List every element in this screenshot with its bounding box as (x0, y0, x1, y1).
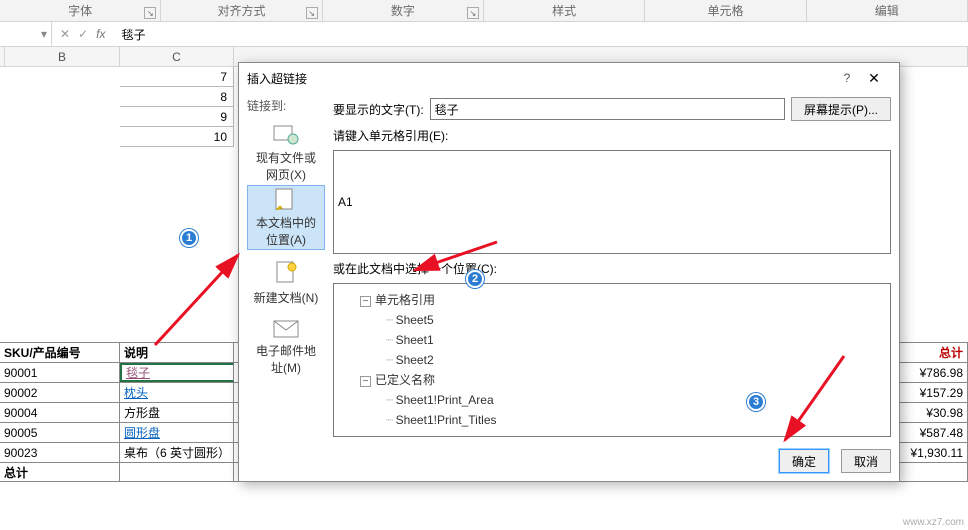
table-header-total: 总计 (890, 343, 968, 362)
fx-icon[interactable]: fx (96, 27, 105, 41)
display-text-input[interactable] (430, 98, 785, 120)
totals-label: 总计 (0, 463, 120, 481)
place-tree[interactable]: −单元格引用 ┈ Sheet5 ┈ Sheet1 ┈ Sheet2 −已定义名称… (333, 283, 891, 437)
tree-item-printarea[interactable]: Sheet1!Print_Area (396, 393, 494, 407)
existing-file-icon (270, 123, 302, 145)
cell[interactable]: 90004 (0, 403, 120, 422)
cell[interactable]: 8 (120, 87, 234, 107)
cell[interactable]: 90001 (0, 363, 120, 382)
ribbon-group-number: 数字↘ (323, 0, 484, 21)
new-document-icon (270, 259, 302, 285)
display-text-label: 要显示的文字(T): (333, 101, 424, 118)
active-cell[interactable]: 毯子 (120, 363, 234, 382)
cancel-button[interactable]: 取消 (841, 449, 891, 473)
cell[interactable]: 方形盘 (120, 403, 234, 422)
linkto-this-document[interactable]: 本文档中的位置(A) (247, 185, 325, 250)
column-header-b[interactable]: B (5, 47, 120, 66)
cell[interactable]: ¥1,930.11 (890, 443, 968, 462)
cancel-icon[interactable]: ✕ (60, 27, 70, 41)
cellref-label: 请键入单元格引用(E): (333, 127, 891, 144)
place-label: 或在此文档中选择一个位置(C): (333, 260, 891, 277)
dialog-launcher-icon[interactable]: ↘ (467, 7, 479, 19)
linkto-label: 链接到: (247, 97, 325, 114)
this-document-icon (270, 188, 302, 210)
tree-collapse-icon[interactable]: − (360, 376, 371, 387)
tree-item-sheet1[interactable]: Sheet1 (396, 333, 434, 347)
tree-item-sheet2[interactable]: Sheet2 (396, 353, 434, 367)
tree-collapse-icon[interactable]: − (360, 296, 371, 307)
annotation-badge-3: 3 (747, 393, 765, 411)
ribbon-group-font: 字体↘ (0, 0, 161, 21)
cell[interactable]: ¥157.29 (890, 383, 968, 402)
ribbon-group-alignment: 对齐方式↘ (161, 0, 322, 21)
dialog-launcher-icon[interactable]: ↘ (144, 7, 156, 19)
ok-button[interactable]: 确定 (779, 449, 829, 473)
linkto-new-document[interactable]: 新建文档(N) (247, 250, 325, 315)
table-header-sku: SKU/产品编号 (0, 343, 120, 362)
ribbon-group-styles: 样式 (484, 0, 645, 21)
email-icon (270, 320, 302, 338)
formula-input[interactable]: 毯子 (113, 26, 968, 43)
name-box-dropdown-icon[interactable]: ▾ (37, 22, 51, 46)
dialog-launcher-icon[interactable]: ↘ (306, 7, 318, 19)
cell[interactable]: 10 (120, 127, 234, 147)
tree-item-printtitles[interactable]: Sheet1!Print_Titles (396, 413, 497, 427)
formula-bar: ▾ ✕ ✓ fx 毯子 (0, 22, 968, 47)
table-header-desc: 说明 (120, 343, 234, 362)
cell[interactable]: 90005 (0, 423, 120, 442)
cell[interactable]: ¥587.48 (890, 423, 968, 442)
cell[interactable]: ¥786.98 (890, 363, 968, 382)
close-icon[interactable]: ✕ (857, 70, 891, 87)
cell[interactable]: 90002 (0, 383, 120, 402)
cell[interactable]: 90023 (0, 443, 120, 462)
screentip-button[interactable]: 屏幕提示(P)... (791, 97, 891, 121)
cell[interactable]: 9 (120, 107, 234, 127)
cell[interactable]: 7 (120, 67, 234, 87)
watermark: www.xz7.com (903, 517, 964, 528)
ribbon-group-cells: 单元格 (645, 0, 806, 21)
ribbon-group-editing: 编辑 (807, 0, 968, 21)
annotation-badge-2: 2 (466, 270, 484, 288)
insert-hyperlink-dialog: 插入超链接 ? ✕ 链接到: 现有文件或网页(X) 本文档中的位置(A) 新建文… (238, 62, 900, 482)
cell[interactable]: 枕头 (120, 383, 234, 402)
cell[interactable]: 桌布（6 英寸圆形） (120, 443, 234, 462)
confirm-icon[interactable]: ✓ (78, 27, 88, 41)
annotation-badge-1: 1 (180, 229, 198, 247)
dialog-title: 插入超链接 (247, 70, 837, 87)
help-icon[interactable]: ? (837, 71, 857, 85)
tree-item-sheet5[interactable]: Sheet5 (396, 313, 434, 327)
column-header-c[interactable]: C (120, 47, 234, 66)
cellref-input[interactable] (333, 150, 891, 254)
cell[interactable]: ¥30.98 (890, 403, 968, 422)
cell[interactable]: 圆形盘 (120, 423, 234, 442)
ribbon: 字体↘ 对齐方式↘ 数字↘ 样式 单元格 编辑 (0, 0, 968, 22)
linkto-email[interactable]: 电子邮件地址(M) (247, 315, 325, 380)
linkto-existing-file[interactable]: 现有文件或网页(X) (247, 120, 325, 185)
